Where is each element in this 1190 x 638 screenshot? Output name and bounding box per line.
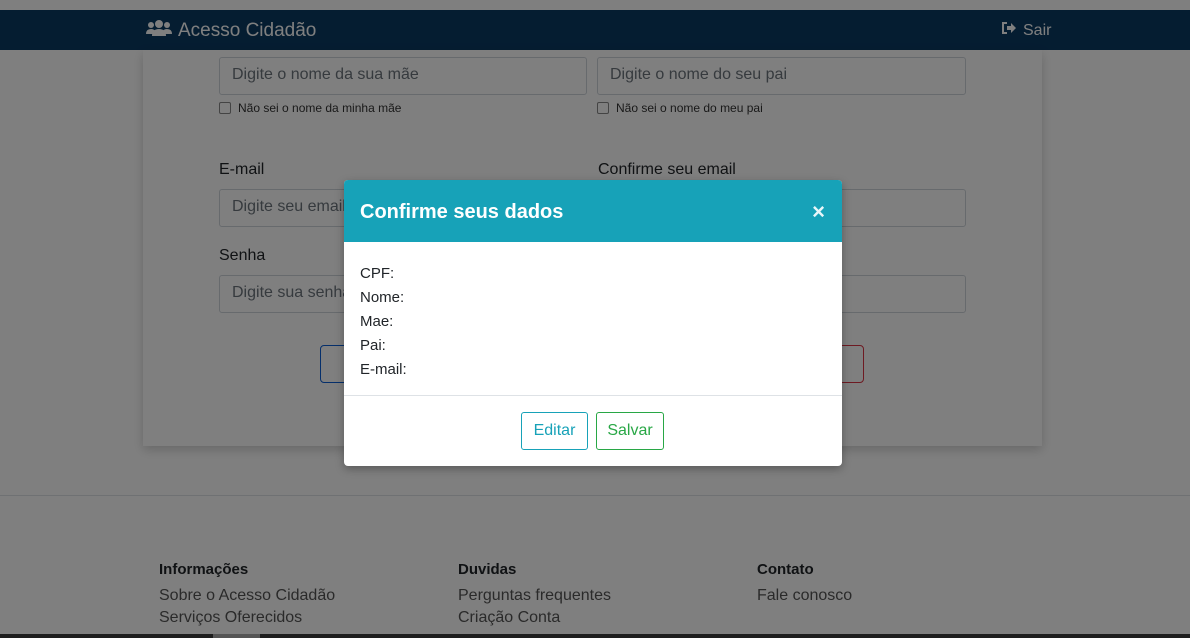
email-field: E-mail: [360,361,407,378]
close-icon[interactable]: × [812,199,825,225]
edit-button[interactable]: Editar [521,412,588,450]
name-field: Nome: [360,289,405,306]
modal-header: Confirme seus dados × [344,180,842,242]
modal-footer: Editar Salvar [344,396,842,466]
modal-body: CPF: Nome: Mae: Pai: E-mail: [344,242,842,396]
modal-title: Confirme seus dados [360,201,564,223]
cpf-field: CPF: [360,265,395,282]
father-field: Pai: [360,337,386,354]
confirm-data-modal: Confirme seus dados × CPF: Nome: Mae: Pa… [344,180,842,466]
save-button[interactable]: Salvar [596,412,664,450]
mother-field: Mae: [360,313,394,330]
